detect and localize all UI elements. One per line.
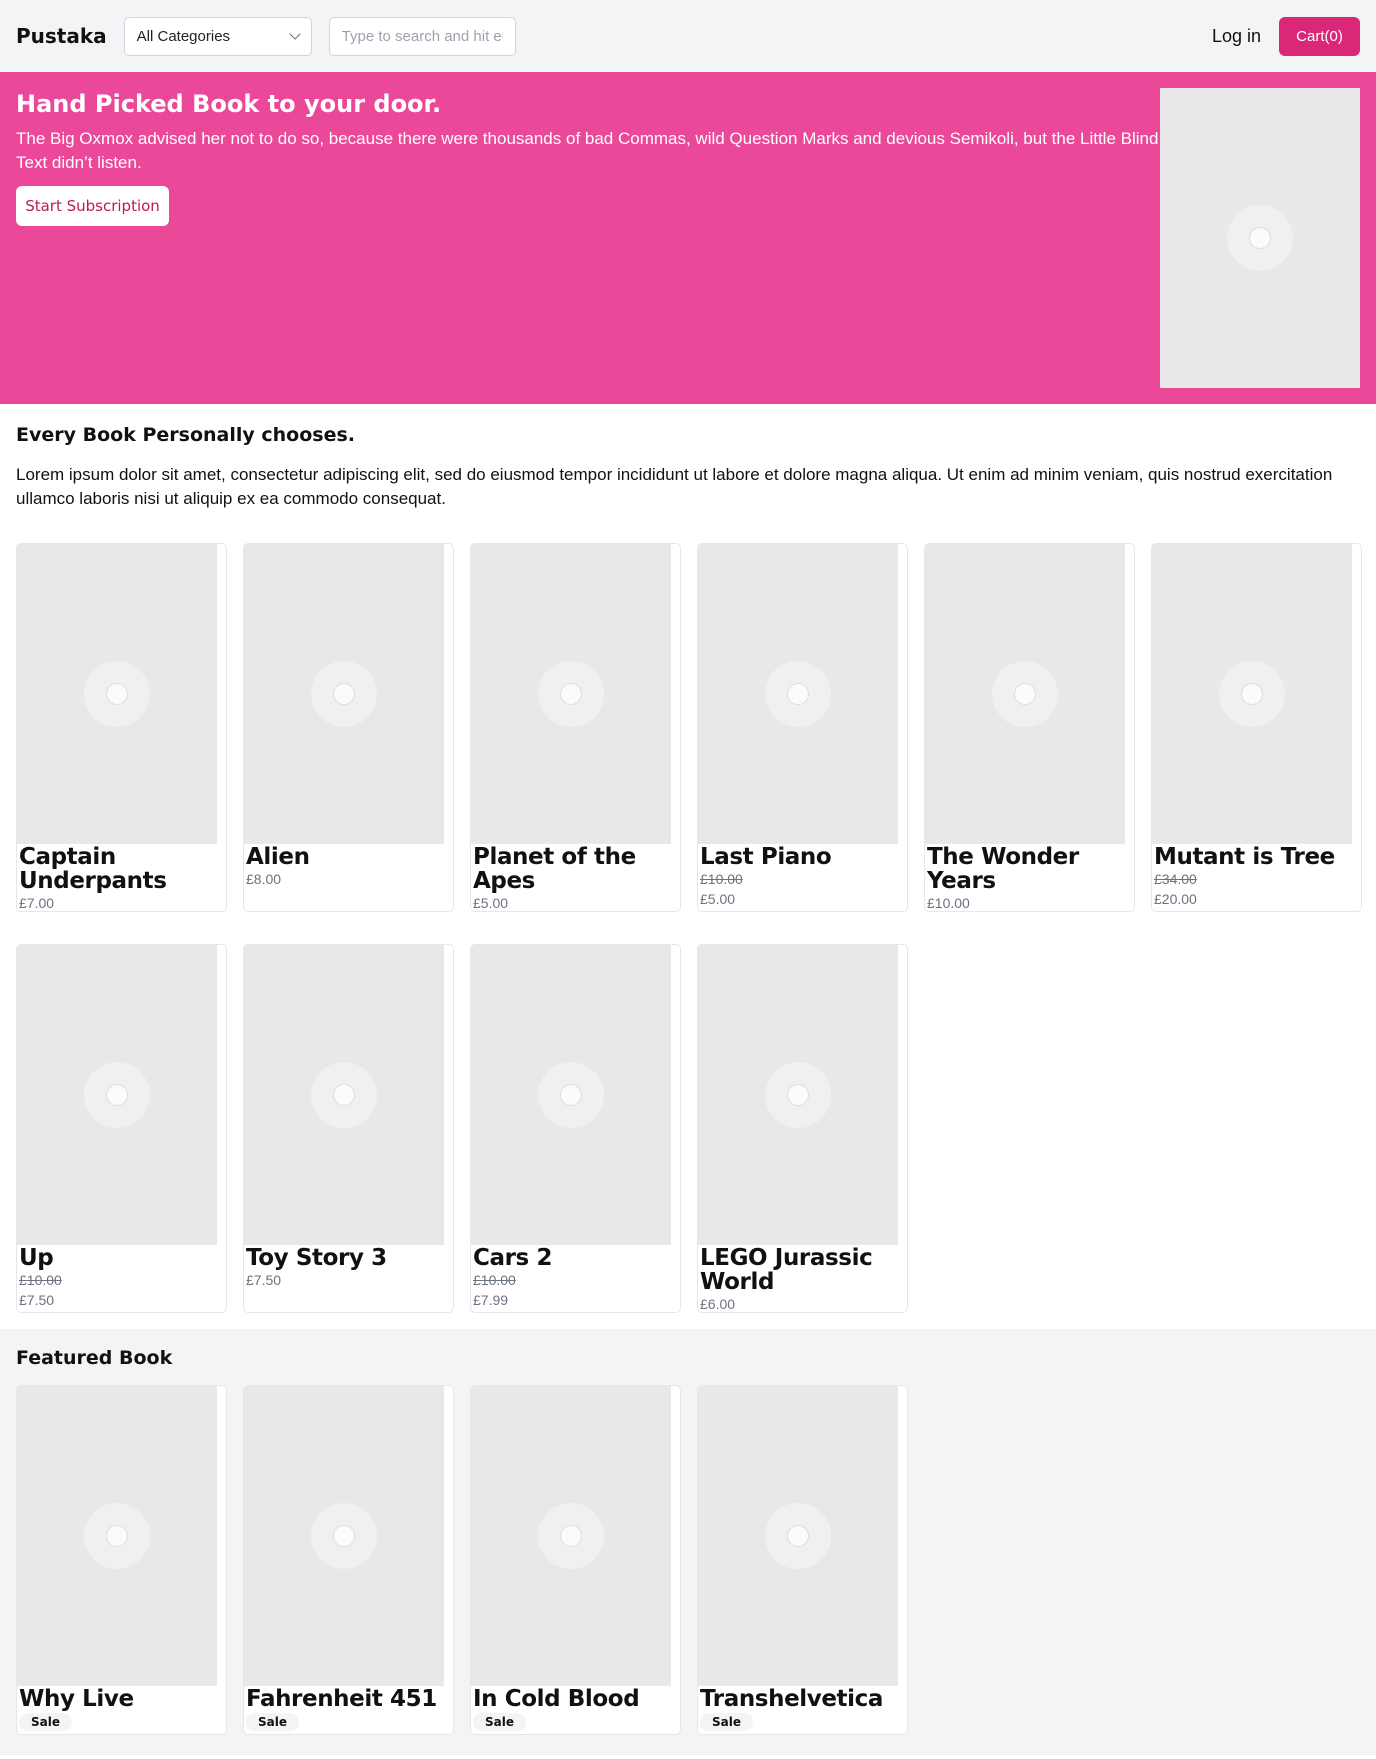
book-cover <box>1152 544 1352 844</box>
book-old-price: £34.00 <box>1154 871 1197 887</box>
image-placeholder-icon <box>538 661 604 727</box>
book-title: In Cold Blood <box>473 1686 640 1712</box>
book-card[interactable]: Toy Story 3 £7.50 <box>243 944 454 1313</box>
category-select-value: All Categories <box>136 27 231 45</box>
image-placeholder-icon <box>311 661 377 727</box>
book-cover <box>698 1386 898 1686</box>
book-cover <box>244 1386 444 1686</box>
image-placeholder-icon <box>311 1062 377 1128</box>
book-price: £7.50 <box>246 1272 282 1288</box>
book-title: Captain Underpants <box>19 844 167 894</box>
book-title: Why Live <box>19 1686 134 1712</box>
book-cover <box>698 945 898 1245</box>
image-placeholder-icon <box>538 1503 604 1569</box>
book-cover <box>471 1386 671 1686</box>
hero-image <box>1160 88 1360 388</box>
sale-badge: Sale <box>473 1713 526 1731</box>
book-title: Toy Story 3 <box>246 1245 387 1271</box>
image-placeholder-icon <box>765 1503 831 1569</box>
book-cover <box>17 544 217 844</box>
book-cover <box>471 945 671 1245</box>
book-price: £7.99 <box>473 1292 509 1308</box>
section-title: Every Book Personally chooses. <box>16 424 355 446</box>
hero-text: The Big Oxmox advised her not to do so, … <box>16 129 1159 173</box>
chevron-down-icon <box>288 27 301 40</box>
hero-title: Hand Picked Book to your door. <box>16 90 442 118</box>
book-old-price: £10.00 <box>700 871 743 887</box>
book-title: LEGO Jurassic World <box>700 1245 873 1295</box>
book-card[interactable]: Alien £8.00 <box>243 543 454 912</box>
image-placeholder-icon <box>1219 661 1285 727</box>
featured-book-card[interactable]: In Cold Blood Sale <box>470 1385 681 1735</box>
book-card[interactable]: Mutant is Tree £34.00 £20.00 <box>1151 543 1362 912</box>
start-subscription-button[interactable]: Start Subscription <box>16 186 169 227</box>
book-title: Cars 2 <box>473 1245 553 1271</box>
login-link[interactable]: Log in <box>1212 26 1261 47</box>
image-placeholder-icon <box>84 1503 150 1569</box>
featured-book-card[interactable]: Transhelvetica Sale <box>697 1385 908 1735</box>
book-price: £7.00 <box>19 895 55 911</box>
image-placeholder-icon <box>765 1062 831 1128</box>
featured-grid: Why Live Sale Fahrenheit 451 Sale In Cold Bl… <box>16 1385 1360 1735</box>
book-title: Fahrenheit 451 <box>246 1686 437 1712</box>
book-cover <box>925 544 1125 844</box>
book-price: £6.00 <box>700 1296 736 1312</box>
book-card[interactable]: Cars 2 £10.00 £7.99 <box>470 944 681 1313</box>
site-logo[interactable]: Pustaka <box>16 24 107 48</box>
section-text: Lorem ipsum dolor sit amet, consectetur … <box>16 465 1333 508</box>
book-title: Up <box>19 1245 54 1271</box>
book-card[interactable]: Planet of the Apes £5.00 <box>470 543 681 912</box>
book-cover <box>17 1386 217 1686</box>
book-price: £5.00 <box>700 891 736 907</box>
site-header: Pustaka All Categories Log in Cart(0) <box>0 0 1376 72</box>
image-placeholder-icon <box>765 661 831 727</box>
featured-book-card[interactable]: Fahrenheit 451 Sale <box>243 1385 454 1735</box>
image-placeholder-icon <box>84 1062 150 1128</box>
featured-section: Featured Book Why Live Sale Fahrenheit 451… <box>0 1329 1376 1755</box>
book-card[interactable]: The Wonder Years £10.00 <box>924 543 1135 912</box>
image-placeholder-icon <box>538 1062 604 1128</box>
featured-title: Featured Book <box>16 1347 173 1369</box>
book-title: Mutant is Tree <box>1154 844 1335 870</box>
book-cover <box>244 544 444 844</box>
book-cover <box>471 544 671 844</box>
sale-badge: Sale <box>19 1713 72 1731</box>
book-title: Transhelvetica <box>700 1686 883 1712</box>
image-placeholder-icon <box>311 1503 377 1569</box>
book-old-price: £10.00 <box>473 1272 516 1288</box>
book-price: £10.00 <box>927 895 970 911</box>
book-title: The Wonder Years <box>927 844 1079 894</box>
image-placeholder-icon <box>992 661 1058 727</box>
search-input[interactable] <box>328 16 516 56</box>
cart-button[interactable]: Cart(0) <box>1279 16 1360 56</box>
category-select[interactable]: All Categories <box>123 16 312 56</box>
sale-badge: Sale <box>700 1713 753 1731</box>
book-title: Last Piano <box>700 844 832 870</box>
hero-banner: Hand Picked Book to your door. The Big O… <box>0 72 1376 404</box>
book-card[interactable]: Captain Underpants £7.00 <box>16 543 227 912</box>
book-cover <box>17 945 217 1245</box>
book-cover <box>698 544 898 844</box>
image-placeholder-icon <box>1227 205 1293 271</box>
book-card[interactable]: LEGO Jurassic World £6.00 <box>697 944 908 1313</box>
book-price: £5.00 <box>473 895 509 911</box>
book-title: Planet of the Apes <box>473 844 636 894</box>
book-card[interactable]: Last Piano £10.00 £5.00 <box>697 543 908 912</box>
book-old-price: £10.00 <box>19 1272 62 1288</box>
book-price: £8.00 <box>246 871 282 887</box>
image-placeholder-icon <box>84 661 150 727</box>
books-section: Every Book Personally chooses. Lorem ips… <box>0 404 1376 1329</box>
book-cover <box>244 945 444 1245</box>
book-title: Alien <box>246 844 310 870</box>
book-grid: Captain Underpants £7.00 Alien £8.00 Planet … <box>16 543 1362 1313</box>
book-price: £7.50 <box>19 1292 55 1308</box>
book-card[interactable]: Up £10.00 £7.50 <box>16 944 227 1313</box>
sale-badge: Sale <box>246 1713 299 1731</box>
book-price: £20.00 <box>1154 891 1197 907</box>
featured-book-card[interactable]: Why Live Sale <box>16 1385 227 1735</box>
